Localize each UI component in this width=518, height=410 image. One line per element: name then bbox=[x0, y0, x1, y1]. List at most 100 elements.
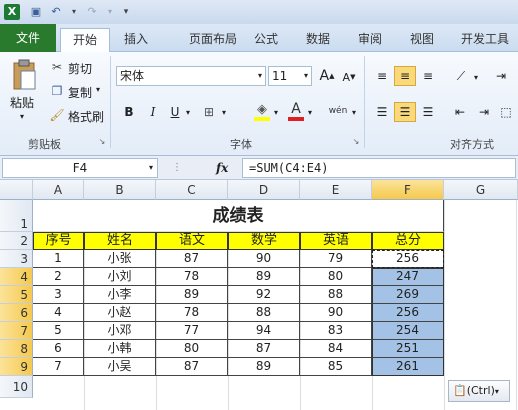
row-header-8[interactable]: 8 bbox=[0, 340, 33, 358]
data-cell[interactable]: 247 bbox=[372, 268, 444, 286]
align-left-icon[interactable]: ☰ bbox=[372, 102, 392, 122]
data-cell[interactable]: 2 bbox=[33, 268, 84, 286]
merge-center-icon[interactable]: ⬚ bbox=[496, 102, 516, 122]
data-cell[interactable]: 小张 bbox=[84, 250, 156, 268]
border-dropdown-icon[interactable]: ▾ bbox=[220, 104, 228, 120]
copy-dropdown-icon[interactable]: ▾ bbox=[96, 85, 100, 94]
row-header-3[interactable]: 3 bbox=[0, 250, 33, 268]
column-header-d[interactable]: D bbox=[228, 180, 300, 200]
data-cell[interactable]: 256 bbox=[372, 250, 444, 268]
header-cell[interactable]: 语文 bbox=[156, 232, 228, 250]
save-icon[interactable]: ▣ bbox=[28, 4, 44, 20]
tab-data[interactable]: 数据 bbox=[296, 28, 340, 52]
data-cell[interactable]: 261 bbox=[372, 358, 444, 376]
font-color-icon[interactable]: A bbox=[286, 100, 306, 122]
customize-toolbar-icon[interactable]: ▾ bbox=[118, 4, 134, 20]
orientation-icon[interactable]: ⟋ bbox=[450, 66, 472, 86]
data-cell[interactable]: 77 bbox=[156, 322, 228, 340]
data-cell[interactable]: 90 bbox=[228, 250, 300, 268]
data-cell[interactable]: 小邓 bbox=[84, 322, 156, 340]
tab-home[interactable]: 开始 bbox=[60, 28, 110, 53]
data-cell[interactable]: 78 bbox=[156, 268, 228, 286]
name-box[interactable]: F4 ▾ bbox=[2, 158, 158, 178]
chevron-down-icon[interactable]: ▾ bbox=[258, 67, 262, 85]
font-color-dropdown-icon[interactable]: ▾ bbox=[306, 104, 314, 120]
tab-developer[interactable]: 开发工具 bbox=[452, 28, 518, 52]
align-center-icon[interactable]: ☰ bbox=[394, 102, 416, 122]
phonetic-icon[interactable]: wén bbox=[326, 100, 350, 122]
increase-indent-icon[interactable]: ⇥ bbox=[474, 102, 494, 122]
underline-dropdown-icon[interactable]: ▾ bbox=[184, 104, 192, 120]
align-right-icon[interactable]: ☰ bbox=[418, 102, 438, 122]
header-cell[interactable]: 姓名 bbox=[84, 232, 156, 250]
data-cell[interactable]: 83 bbox=[300, 322, 372, 340]
wrap-text-icon[interactable]: ⇥ bbox=[490, 66, 512, 86]
increase-font-size-icon[interactable]: A ▲ bbox=[318, 66, 336, 86]
italic-button[interactable]: I bbox=[144, 102, 162, 122]
row-header-9[interactable]: 9 bbox=[0, 358, 33, 376]
data-cell[interactable]: 87 bbox=[156, 250, 228, 268]
column-header-f[interactable]: F bbox=[372, 180, 444, 200]
cut-button[interactable]: 剪切 bbox=[68, 60, 92, 77]
border-icon[interactable]: ⊞ bbox=[200, 102, 218, 122]
underline-button[interactable]: U bbox=[166, 102, 184, 122]
font-launcher-icon[interactable]: ↘ bbox=[352, 137, 360, 146]
row-header-2[interactable]: 2 bbox=[0, 232, 33, 250]
data-cell[interactable]: 90 bbox=[300, 304, 372, 322]
data-cell[interactable]: 85 bbox=[300, 358, 372, 376]
column-header-a[interactable]: A bbox=[33, 180, 84, 200]
data-cell[interactable]: 3 bbox=[33, 286, 84, 304]
data-cell[interactable]: 4 bbox=[33, 304, 84, 322]
data-cell[interactable]: 79 bbox=[300, 250, 372, 268]
bold-button[interactable]: B bbox=[120, 102, 138, 122]
data-cell[interactable]: 78 bbox=[156, 304, 228, 322]
select-all-corner[interactable] bbox=[0, 180, 33, 200]
redo-dropdown-icon[interactable]: ▾ bbox=[102, 4, 118, 20]
row-header-6[interactable]: 6 bbox=[0, 304, 33, 322]
font-name-combo[interactable]: 宋体 ▾ bbox=[116, 66, 266, 86]
data-cell[interactable]: 87 bbox=[156, 358, 228, 376]
column-header-g[interactable]: G bbox=[444, 180, 518, 200]
paste-options-button[interactable]: 📋(Ctrl)▾ bbox=[448, 380, 510, 402]
column-header-c[interactable]: C bbox=[156, 180, 228, 200]
data-cell[interactable]: 7 bbox=[33, 358, 84, 376]
column-header-b[interactable]: B bbox=[84, 180, 156, 200]
tab-formulas[interactable]: 公式 bbox=[244, 28, 288, 52]
data-cell[interactable]: 254 bbox=[372, 322, 444, 340]
paste-icon[interactable] bbox=[10, 58, 38, 92]
fill-color-dropdown-icon[interactable]: ▾ bbox=[272, 104, 280, 120]
data-cell[interactable]: 88 bbox=[300, 286, 372, 304]
row-header-5[interactable]: 5 bbox=[0, 286, 33, 304]
row-header-1[interactable]: 1 bbox=[0, 200, 33, 232]
data-cell[interactable]: 269 bbox=[372, 286, 444, 304]
row-header-10[interactable]: 10 bbox=[0, 376, 33, 398]
data-cell[interactable]: 6 bbox=[33, 340, 84, 358]
align-middle-icon[interactable]: ≡ bbox=[394, 66, 416, 86]
data-cell[interactable]: 80 bbox=[156, 340, 228, 358]
font-size-combo[interactable]: 11 ▾ bbox=[268, 66, 312, 86]
data-cell[interactable]: 80 bbox=[300, 268, 372, 286]
decrease-indent-icon[interactable]: ⇤ bbox=[450, 102, 470, 122]
row-header-7[interactable]: 7 bbox=[0, 322, 33, 340]
data-cell[interactable]: 89 bbox=[156, 286, 228, 304]
row-header-4[interactable]: 4 bbox=[0, 268, 33, 286]
data-cell[interactable]: 小刘 bbox=[84, 268, 156, 286]
data-cell[interactable]: 小李 bbox=[84, 286, 156, 304]
formula-input[interactable]: =SUM(C4:E4) bbox=[242, 158, 516, 178]
header-cell[interactable]: 序号 bbox=[33, 232, 84, 250]
undo-icon[interactable]: ↶ bbox=[48, 4, 64, 20]
data-cell[interactable]: 251 bbox=[372, 340, 444, 358]
chevron-down-icon[interactable]: ▾ bbox=[304, 67, 308, 85]
tab-file[interactable]: 文件 bbox=[0, 24, 56, 52]
phonetic-dropdown-icon[interactable]: ▾ bbox=[350, 104, 358, 120]
data-cell[interactable]: 84 bbox=[300, 340, 372, 358]
data-cell[interactable]: 92 bbox=[228, 286, 300, 304]
data-cell[interactable]: 5 bbox=[33, 322, 84, 340]
data-cell[interactable]: 87 bbox=[228, 340, 300, 358]
data-cell[interactable]: 89 bbox=[228, 358, 300, 376]
align-bottom-icon[interactable]: ≡ bbox=[418, 66, 438, 86]
decrease-font-size-icon[interactable]: A ▼ bbox=[340, 68, 358, 86]
column-header-e[interactable]: E bbox=[300, 180, 372, 200]
chevron-down-icon[interactable]: ▾ bbox=[149, 159, 153, 177]
header-cell[interactable]: 英语 bbox=[300, 232, 372, 250]
